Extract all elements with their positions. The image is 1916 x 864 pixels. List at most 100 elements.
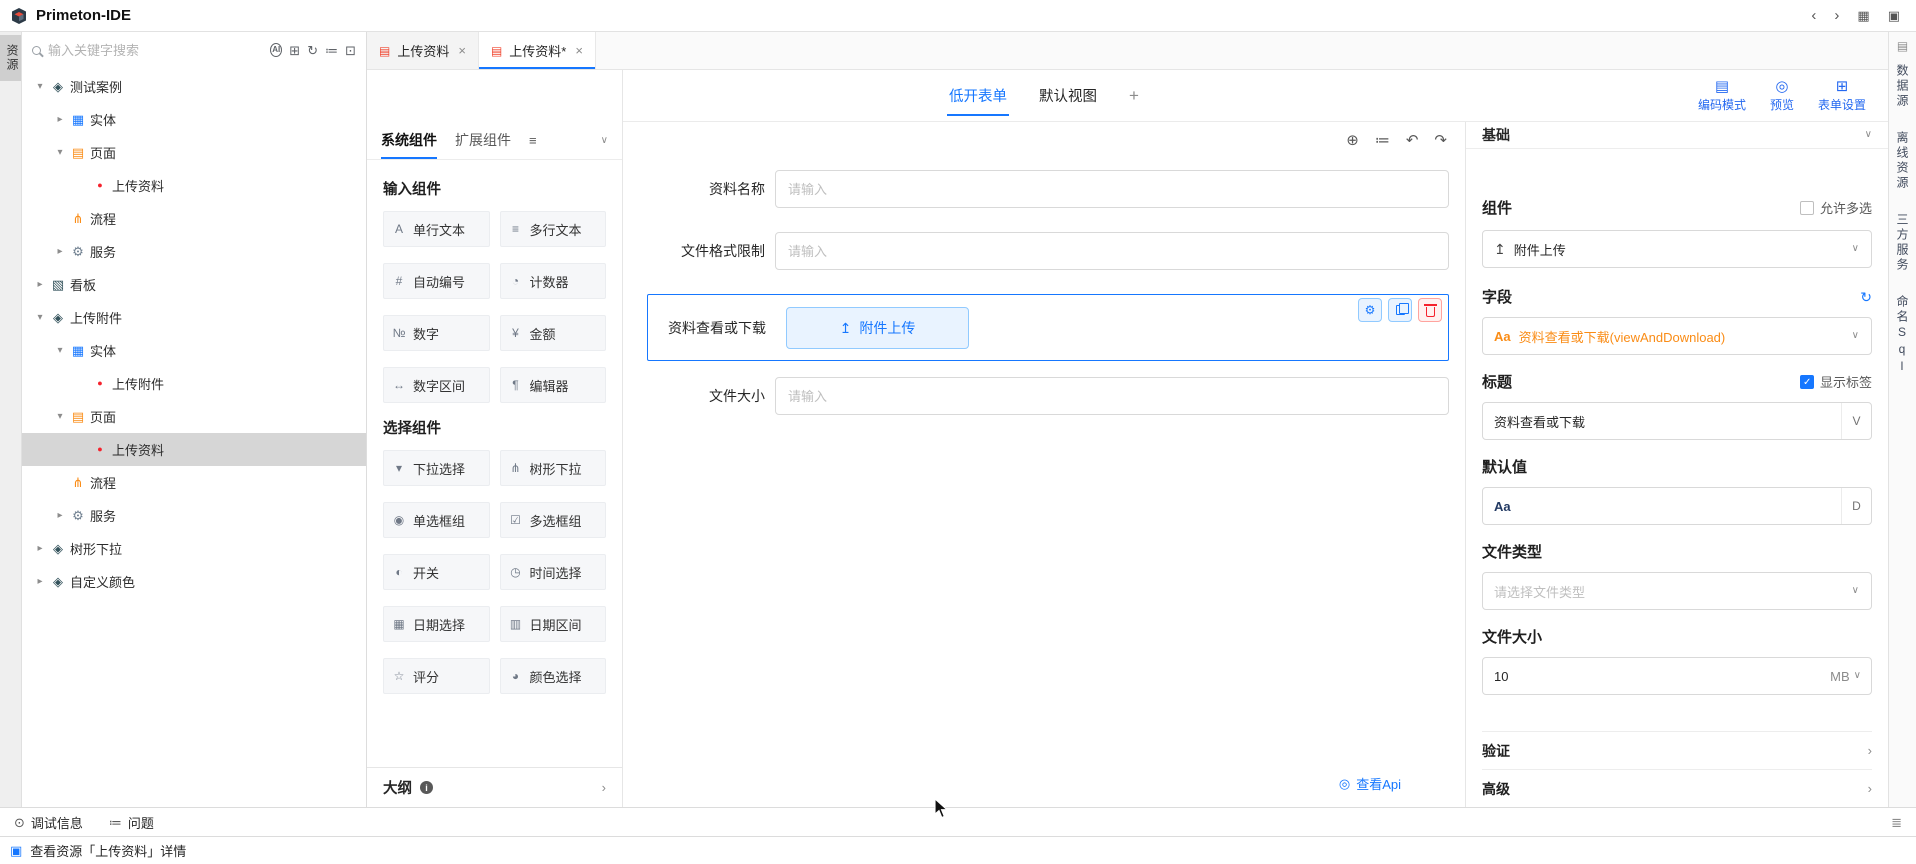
tree-item[interactable]: 上传资料 [22,433,366,466]
palette-item[interactable]: 数字 [383,315,490,351]
tree-item[interactable]: 实体 [22,334,366,367]
file-size-unit-select[interactable]: MB [1820,669,1871,684]
palette-item[interactable]: 开关 [383,554,490,590]
component-delete-button[interactable] [1418,298,1442,322]
tree-caret-icon[interactable] [32,82,48,92]
selected-component-row[interactable]: 资料查看或下载 附件上传 [647,294,1449,361]
panel-toggle-icon[interactable] [1891,816,1902,829]
attachment-upload-button[interactable]: 附件上传 [786,307,969,349]
problems-tab[interactable]: 问题 [109,813,154,832]
tree-caret-icon[interactable] [32,280,48,290]
redo-icon[interactable] [1434,133,1447,148]
globe-icon[interactable] [1346,133,1359,148]
tab-system-components[interactable]: 系统组件 [381,122,437,159]
editor-tab-active[interactable]: 上传资料* [479,32,596,69]
tree-item[interactable]: 页面 [22,136,366,169]
show-label-toggle[interactable]: 显示标签 [1800,372,1872,391]
tree-caret-icon[interactable] [52,346,68,356]
bind-variable-d-button[interactable]: D [1841,488,1871,524]
resources-rail-tab[interactable]: 资源 [0,35,21,81]
tree-caret-icon[interactable] [52,247,68,257]
locate-file-icon[interactable] [345,44,356,57]
filter-icon[interactable] [325,44,338,57]
material-name-input[interactable] [775,170,1449,208]
file-format-input[interactable] [775,232,1449,270]
allow-multiple-toggle[interactable]: 允许多选 [1800,198,1872,217]
palette-item[interactable]: 日期区间 [500,606,607,642]
palette-item[interactable]: 时间选择 [500,554,607,590]
tree-caret-icon[interactable] [32,313,48,323]
close-tab-icon[interactable] [458,44,466,57]
ai-search-icon[interactable]: AI [270,43,282,57]
section-validation[interactable]: 验证 [1482,731,1872,769]
editor-tab[interactable]: 上传资料 [367,32,479,69]
search-input[interactable] [48,43,263,58]
tree-caret-icon[interactable] [52,511,68,521]
palette-item[interactable]: 金额 [500,315,607,351]
tree-caret-icon[interactable] [32,544,48,554]
view-tab-default-view[interactable]: 默认视图 [1039,85,1097,106]
component-type-select[interactable]: 附件上传 [1482,230,1872,268]
palette-item[interactable]: 计数器 [500,263,607,299]
tree-item[interactable]: 流程 [22,466,366,499]
tree-item[interactable]: 上传附件 [22,301,366,334]
file-size-input-canvas[interactable] [775,377,1449,415]
chevron-down-icon[interactable] [1865,130,1872,140]
palette-item[interactable]: 编辑器 [500,367,607,403]
component-settings-button[interactable] [1358,298,1382,322]
tree-caret-icon[interactable] [32,577,48,587]
palette-item[interactable]: 数字区间 [383,367,490,403]
layout-list-icon[interactable] [1375,133,1390,148]
undo-icon[interactable] [1406,133,1419,148]
palette-item[interactable]: 颜色选择 [500,658,607,694]
nav-forward-icon[interactable] [1834,8,1839,23]
tree-item[interactable]: 服务 [22,499,366,532]
file-size-input[interactable] [1494,658,1812,694]
tree-item[interactable]: 上传资料 [22,169,366,202]
close-tab-icon[interactable] [575,44,583,57]
view-api-link[interactable]: 查看Api [1339,774,1401,793]
section-basic-header[interactable]: 基础 [1466,122,1888,149]
bind-variable-v-button[interactable]: V [1841,403,1871,439]
tree-item[interactable]: 页面 [22,400,366,433]
palette-item[interactable]: 多选框组 [500,502,607,538]
allow-multiple-checkbox[interactable] [1800,201,1814,215]
tree-item[interactable]: 测试案例 [22,70,366,103]
rail-tab[interactable]: 命名Sql [1894,295,1911,376]
palette-item[interactable]: 下拉选择 [383,450,490,486]
view-tab-lowcode-form[interactable]: 低开表单 [949,85,1007,106]
tree-item[interactable]: 看板 [22,268,366,301]
rail-tab[interactable]: 离线资源 [1894,131,1911,191]
layout-icon[interactable] [1857,8,1869,23]
section-advanced[interactable]: 高级 [1482,769,1872,807]
palette-item[interactable]: 树形下拉 [500,450,607,486]
tree-item[interactable]: 服务 [22,235,366,268]
palette-item[interactable]: 评分 [383,658,490,694]
field-select[interactable]: Aa 资料查看或下载(viewAndDownload) [1482,317,1872,355]
nav-back-icon[interactable] [1811,8,1816,23]
tree-item[interactable]: 自定义颜色 [22,565,366,598]
tree-item[interactable]: 树形下拉 [22,532,366,565]
component-copy-button[interactable] [1388,298,1412,322]
expand-outline-icon[interactable] [602,781,606,794]
outline-bar[interactable]: 大纲 i [367,767,622,807]
file-type-select[interactable]: 请选择文件类型 [1482,572,1872,610]
debug-info-tab[interactable]: 调试信息 [14,813,83,832]
tab-extension-components[interactable]: 扩展组件 [455,122,511,159]
tree-item[interactable]: 流程 [22,202,366,235]
palette-menu-icon[interactable] [529,134,537,147]
refresh-tree-icon[interactable] [307,44,318,57]
palette-item[interactable]: 日期选择 [383,606,490,642]
rail-tab[interactable]: 三方服务 [1894,213,1911,273]
add-view-button[interactable]: + [1129,86,1139,106]
rail-tab[interactable]: 数据源 [1894,64,1911,109]
refresh-field-icon[interactable] [1860,290,1872,304]
tree-caret-icon[interactable] [52,412,68,422]
show-label-checkbox[interactable] [1800,375,1814,389]
palette-item[interactable]: 多行文本 [500,211,607,247]
palette-item[interactable]: 单行文本 [383,211,490,247]
palette-item[interactable]: 单选框组 [383,502,490,538]
collapse-palette-icon[interactable] [601,136,608,146]
form-settings-button[interactable]: 表单设置 [1818,79,1866,113]
title-input[interactable] [1494,403,1833,439]
